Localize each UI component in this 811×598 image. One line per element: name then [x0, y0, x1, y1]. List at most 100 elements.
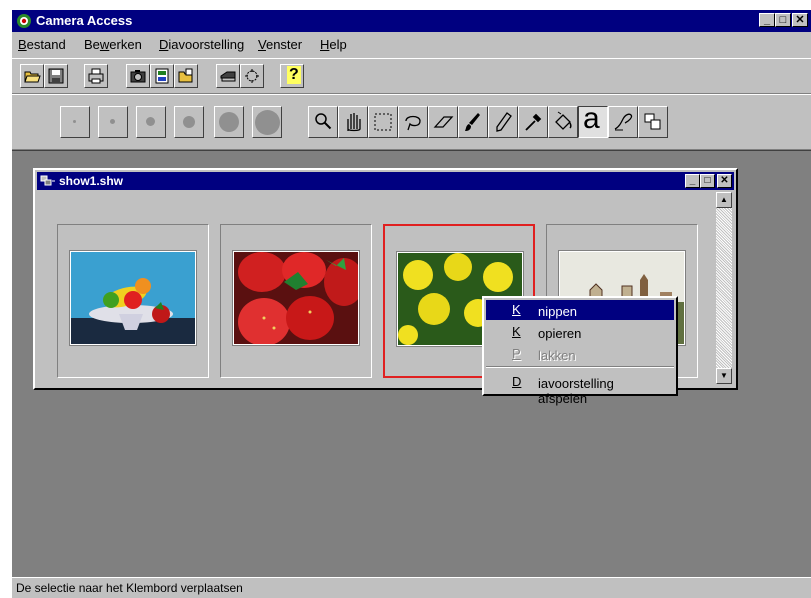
- hand-icon: [347, 113, 361, 132]
- slideshow-title-bar[interactable]: show1.shw _ □ ✕: [37, 172, 734, 190]
- brush-size-3-button[interactable]: [136, 106, 166, 138]
- context-accesskey: P: [512, 346, 521, 361]
- slide-fruit-bowl[interactable]: [57, 224, 209, 378]
- layers-tool-button[interactable]: [638, 106, 668, 138]
- scroll-down-button[interactable]: ▼: [716, 368, 732, 384]
- scanner-icon: [220, 71, 236, 82]
- brush-icon: [465, 113, 480, 131]
- main-toolbar: ?: [12, 58, 811, 94]
- effect-icon: [245, 69, 259, 83]
- save-button[interactable]: [44, 64, 68, 88]
- rect-select-icon: [374, 113, 392, 131]
- slideshow-title: show1.shw: [59, 174, 124, 188]
- layers-icon: [644, 113, 661, 130]
- eraser-icon: [433, 116, 454, 128]
- brush-size-1-button[interactable]: [60, 106, 90, 138]
- print-button[interactable]: [84, 64, 108, 88]
- pencil-tool-button[interactable]: [488, 106, 518, 138]
- menu-help[interactable]: Help: [320, 37, 347, 52]
- text-tool-button[interactable]: a: [578, 102, 608, 138]
- context-item-knippen[interactable]: Knippen: [486, 300, 674, 320]
- brush-size-6-icon: [255, 110, 280, 135]
- menu-bewerken[interactable]: Bewerken: [84, 37, 142, 52]
- scanner-button[interactable]: [216, 64, 240, 88]
- stamp-icon: [614, 113, 633, 131]
- child-minimize-button[interactable]: _: [685, 174, 700, 188]
- status-bar: De selectie naar het Klembord verplaatse…: [12, 577, 811, 598]
- zoom-icon: [315, 113, 332, 130]
- album-icon: [155, 68, 169, 84]
- menu-label: enster: [265, 37, 303, 52]
- stamp-tool-button[interactable]: [608, 106, 638, 138]
- context-item-label: Kopieren: [512, 324, 581, 341]
- fill-icon: [555, 111, 572, 130]
- dropper-icon: [525, 113, 542, 131]
- save-icon: [48, 68, 64, 84]
- context-label-rest: nippen: [538, 304, 578, 319]
- zoom-tool-button[interactable]: [308, 106, 338, 138]
- folder-button[interactable]: [174, 64, 198, 88]
- menu-accesskey: B: [18, 37, 27, 52]
- child-maximize-button[interactable]: □: [700, 174, 715, 188]
- brush-size-6-button[interactable]: [252, 106, 282, 138]
- vertical-scrollbar[interactable]: ▲ ▼: [716, 192, 732, 384]
- menu-diavoorstelling[interactable]: Diavoorstelling: [159, 37, 244, 52]
- fill-tool-button[interactable]: [548, 106, 578, 138]
- brush-size-2-button[interactable]: [98, 106, 128, 138]
- menu-accesskey: D: [159, 37, 169, 52]
- lasso-icon: [405, 115, 421, 131]
- context-item-diavoorstelling-afspelen[interactable]: Diavoorstelling afspelen: [486, 372, 674, 406]
- brush-tool-button[interactable]: [458, 106, 488, 138]
- minimize-button[interactable]: _: [759, 13, 775, 27]
- drawing-toolbar: a: [12, 94, 811, 150]
- menu-bestand[interactable]: Bestand: [18, 37, 66, 52]
- menu-venster[interactable]: Venster: [258, 37, 302, 52]
- menu-bar: Bestand Bewerken Diavoorstelling Venster…: [12, 34, 811, 54]
- context-label-rest: lakken: [538, 348, 576, 363]
- eraser-tool-button[interactable]: [428, 106, 458, 138]
- help-icon: ?: [287, 66, 301, 84]
- app-title: Camera Access: [36, 13, 133, 28]
- context-menu: Knippen Kopieren Plakken Diavoorstelling…: [482, 296, 678, 406]
- brush-size-5-button[interactable]: [214, 106, 244, 138]
- context-accesskey: K: [512, 324, 521, 339]
- lasso-tool-button[interactable]: [398, 106, 428, 138]
- menu-accesskey: V: [258, 37, 266, 52]
- strawberries-image: [232, 250, 360, 346]
- menu-label: erken: [109, 37, 142, 52]
- maximize-button[interactable]: □: [775, 13, 791, 27]
- open-button[interactable]: [20, 64, 44, 88]
- context-separator: [486, 366, 674, 368]
- fruit-bowl-image: [69, 250, 197, 346]
- context-item-plakken: Plakken: [486, 344, 674, 364]
- rect-select-tool-button[interactable]: [368, 106, 398, 138]
- scroll-up-button[interactable]: ▲: [716, 192, 732, 208]
- dropper-tool-button[interactable]: [518, 106, 548, 138]
- status-text: De selectie naar het Klembord verplaatse…: [16, 581, 243, 595]
- album-button[interactable]: [150, 64, 174, 88]
- pencil-icon: [496, 112, 512, 132]
- help-button[interactable]: ?: [280, 64, 304, 88]
- effect-button[interactable]: [240, 64, 264, 88]
- brush-size-3-icon: [146, 117, 155, 126]
- hand-tool-button[interactable]: [338, 106, 368, 138]
- slideshow-doc-icon: [40, 175, 55, 186]
- brush-size-4-button[interactable]: [174, 106, 204, 138]
- context-item-label: Diavoorstelling afspelen: [512, 374, 614, 406]
- context-item-kopieren[interactable]: Kopieren: [486, 322, 674, 342]
- camera-button[interactable]: [126, 64, 150, 88]
- child-close-button[interactable]: ✕: [717, 174, 732, 188]
- title-bar[interactable]: Camera Access _ □ ✕: [12, 10, 811, 32]
- menu-label: estand: [26, 37, 66, 52]
- context-item-label: Plakken: [512, 346, 576, 363]
- folder-icon: [178, 68, 193, 83]
- context-accesskey: K: [512, 302, 521, 317]
- context-label-rest: iavoorstelling afspelen: [538, 376, 614, 406]
- context-item-label: Knippen: [512, 302, 577, 319]
- close-button[interactable]: ✕: [792, 13, 808, 27]
- open-icon: [24, 71, 41, 83]
- slide-strawberries[interactable]: [220, 224, 372, 378]
- menu-accesskey: H: [320, 37, 330, 52]
- context-label-rest: opieren: [538, 326, 582, 341]
- app-logo-icon: [17, 14, 31, 28]
